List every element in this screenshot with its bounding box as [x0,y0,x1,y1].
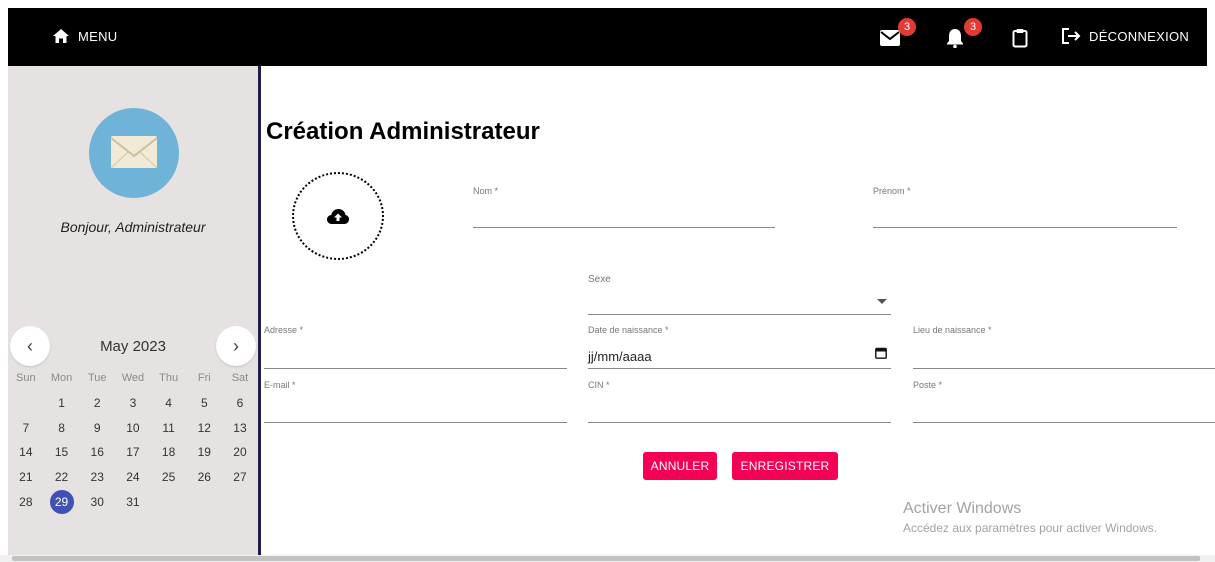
calendar-day[interactable]: 28 [8,489,44,514]
calendar-day[interactable]: 10 [115,415,151,440]
calendar-grid: Sun Mon Tue Wed Thu Fri Sat 1 2 3 4 5 6 7 8 9 10 11 12 13 14… [8,366,258,514]
date-naissance-label: Date de naissance * [588,325,669,335]
adresse-label: Adresse * [264,325,304,335]
nom-label: Nom * [473,186,499,196]
mail-count-badge: 3 [898,18,916,36]
calendar-weekday: Fri [197,372,211,385]
nom-field[interactable]: Nom * [473,186,775,228]
calendar-day[interactable]: 17 [115,440,151,465]
calendar-day[interactable]: 11 [151,415,187,440]
save-button[interactable]: ENREGISTRER [732,452,838,480]
calendar-day-label: 29 [49,489,74,514]
calendar-day[interactable]: 5 [186,391,222,416]
cin-label: CIN * [588,380,610,390]
cin-field[interactable]: CIN * [588,380,891,423]
calendar-next-button[interactable]: › [216,326,256,366]
chevron-right-icon: › [233,335,239,356]
calendar-day[interactable]: 16 [79,440,115,465]
sexe-select[interactable]: Sexe [588,274,891,315]
calendar-day[interactable]: 23 [79,465,115,490]
calendar-day[interactable]: 22 [44,465,80,490]
calendar-day[interactable]: 31 [115,489,151,514]
windows-activation-watermark: Activer Windows Accédez aux paramètres p… [903,500,1157,535]
page-title: Création Administrateur [266,118,540,145]
notifications-button[interactable]: 3 [946,18,982,50]
envelope-icon [110,136,158,169]
poste-field[interactable]: Poste * [913,380,1215,423]
calendar-header: May 2023 ‹ › [8,326,258,370]
date-naissance-field[interactable]: Date de naissance * jj/mm/aaaa [588,325,891,369]
cloud-upload-icon [327,209,349,224]
menu-button[interactable]: MENU [52,28,117,44]
calendar-day[interactable]: 25 [151,465,187,490]
calendar-day[interactable]: 30 [79,489,115,514]
calendar-weekday: Sat [231,372,249,385]
calendar-day[interactable]: 27 [222,465,258,490]
avatar [89,108,179,198]
calendar-prev-button[interactable]: ‹ [10,326,50,366]
email-label: E-mail * [264,380,296,390]
calendar-day[interactable]: 19 [186,440,222,465]
prenom-label: Prénom * [873,186,911,196]
calendar-day[interactable]: 15 [44,440,80,465]
calendar-day[interactable]: 6 [222,391,258,416]
logout-icon [1062,28,1081,44]
photo-upload-button[interactable] [292,172,384,260]
chevron-left-icon: ‹ [27,335,33,356]
email-field[interactable]: E-mail * [264,380,567,423]
logout-label: DÉCONNEXION [1089,28,1190,44]
poste-label: Poste * [913,380,943,390]
scrollbar-thumb[interactable] [12,556,1200,561]
calendar-day[interactable]: 12 [186,415,222,440]
calendar-day[interactable]: 8 [44,415,80,440]
lieu-naissance-field[interactable]: Lieu de naissance * [913,325,1215,369]
notification-count-badge: 3 [964,18,982,36]
lieu-naissance-label: Lieu de naissance * [913,325,992,335]
calendar-day[interactable]: 2 [79,391,115,416]
home-icon [53,29,69,43]
horizontal-scrollbar[interactable] [0,555,1215,562]
calendar-day[interactable]: 3 [115,391,151,416]
calendar-weekday: Mon [50,372,73,385]
calendar-day[interactable]: 7 [8,415,44,440]
adresse-field[interactable]: Adresse * [264,325,567,369]
mail-icon [880,30,900,46]
top-app-bar: MENU 3 3 DÉCONNEXION [8,8,1207,66]
calendar-day[interactable]: 20 [222,440,258,465]
sidebar: Bonjour, Administrateur May 2023 ‹ › Sun… [8,66,258,556]
calendar-empty-cell [8,391,44,416]
watermark-subtitle: Accédez aux paramètres pour activer Wind… [903,521,1158,535]
calendar-day[interactable]: 9 [79,415,115,440]
calendar-day[interactable]: 26 [186,465,222,490]
sexe-label: Sexe [588,274,611,285]
calendar-day[interactable]: 4 [151,391,187,416]
logout-button[interactable]: DÉCONNEXION [1061,28,1189,44]
caret-down-icon [877,292,887,310]
clipboard-icon [1012,29,1028,48]
calendar-weekday: Wed [121,372,145,385]
bell-icon [947,29,963,49]
calendar-day-selected[interactable]: 29 [44,489,80,514]
calendar-day[interactable]: 24 [115,465,151,490]
calendar-weekday: Tue [87,372,107,385]
menu-label: MENU [78,28,118,44]
prenom-field[interactable]: Prénom * [873,186,1177,228]
calendar-weekday: Sun [16,372,36,385]
clipboard-button[interactable] [1012,26,1036,50]
date-naissance-value: jj/mm/aaaa [588,349,652,364]
watermark-title: Activer Windows [903,500,1022,517]
cancel-button[interactable]: ANNULER [643,452,717,480]
calendar-day[interactable]: 13 [222,415,258,440]
calendar-icon[interactable] [875,346,887,364]
sidebar-divider [258,66,261,556]
calendar-day[interactable]: 18 [151,440,187,465]
mail-button[interactable]: 3 [880,18,916,50]
calendar-day[interactable]: 14 [8,440,44,465]
calendar-weekday: Thu [159,372,179,385]
calendar-day[interactable]: 21 [8,465,44,490]
calendar-day[interactable]: 1 [44,391,80,416]
greeting-text: Bonjour, Administrateur [60,219,206,235]
